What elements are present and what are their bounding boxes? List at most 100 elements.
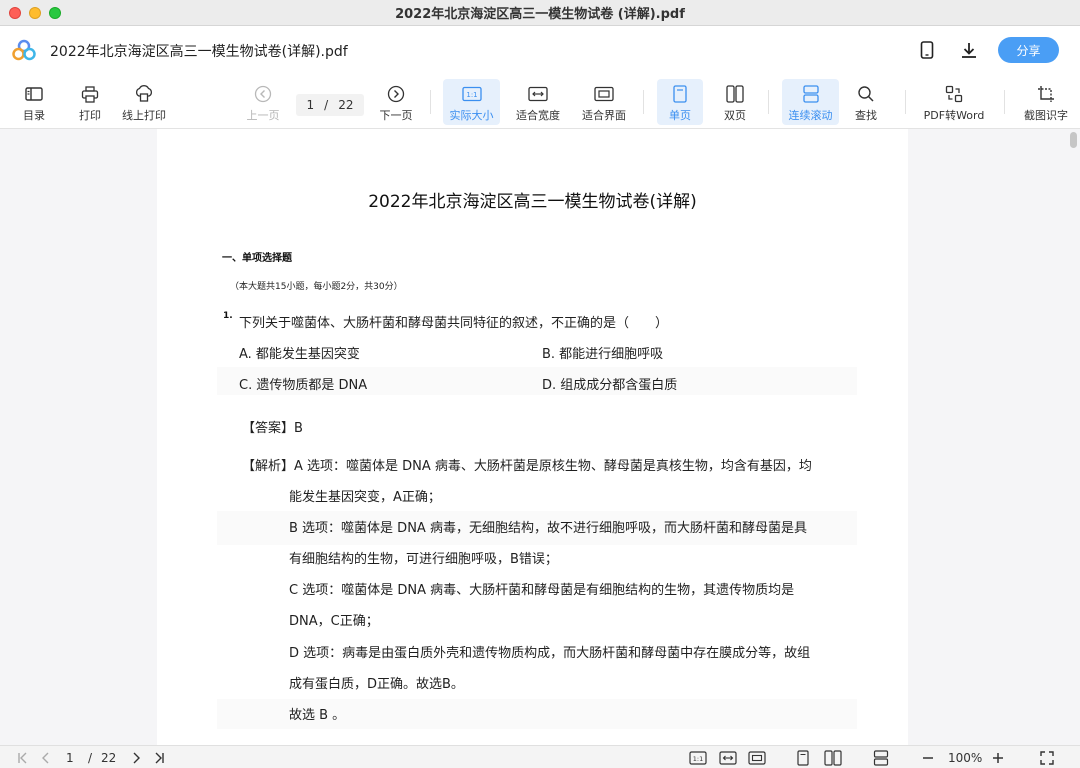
question-text: 下列关于噬菌体、大肠杆菌和酵母菌共同特征的叙述，不正确的是（ ） (239, 316, 669, 331)
scrollbar-thumb[interactable] (1070, 132, 1077, 148)
option-a: A. 都能发生基因突变 (239, 347, 360, 362)
continuous-scroll-icon (801, 84, 821, 104)
printer-icon (80, 84, 100, 104)
zoom-in-icon[interactable] (991, 750, 1005, 766)
toolbar-divider (1004, 90, 1005, 114)
analysis-line: 能发生基因突变，A正确； (289, 490, 441, 505)
last-page-icon[interactable] (152, 750, 166, 766)
convert-icon (944, 84, 964, 104)
document-title: 2022年北京海淀区高三一模生物试卷(详解).pdf (50, 44, 348, 60)
minimize-window-button[interactable] (29, 7, 41, 19)
chevron-left-circle-icon (253, 84, 273, 104)
toolbar-divider (768, 90, 769, 114)
fit-page-button[interactable]: 适合界面 (578, 79, 630, 125)
prev-page-button[interactable]: 上一页 (244, 79, 282, 125)
continuous-scroll-button[interactable]: 连续滚动 (782, 79, 839, 125)
fit-width-icon[interactable] (719, 750, 737, 766)
share-button[interactable]: 分享 (998, 37, 1059, 63)
next-page-icon[interactable] (130, 750, 142, 766)
print-label: 打印 (79, 109, 101, 122)
actual-size-icon[interactable]: 1:1 (689, 750, 707, 766)
toolbar-divider (643, 90, 644, 114)
fit-width-label: 适合宽度 (516, 109, 560, 122)
page-heading: 2022年北京海淀区高三一模生物试卷(详解) (368, 192, 697, 212)
toc-label: 目录 (23, 109, 45, 122)
answer-line: 【答案】B (242, 421, 303, 436)
option-b: B. 都能进行细胞呼吸 (542, 347, 664, 362)
actual-size-button[interactable]: 1:1 实际大小 (443, 79, 500, 125)
next-page-button[interactable]: 下一页 (377, 79, 415, 125)
crop-icon (1036, 84, 1056, 104)
actual-size-icon: 1:1 (461, 84, 482, 104)
analysis-line: 成有蛋白质，D正确。故选B。 (289, 677, 464, 692)
mobile-icon[interactable] (915, 38, 939, 62)
fit-width-button[interactable]: 适合宽度 (512, 79, 564, 125)
bottom-total-pages: 22 (101, 751, 117, 765)
first-page-icon[interactable] (16, 750, 30, 766)
zoom-level[interactable]: 100% (948, 750, 982, 766)
zoom-out-icon[interactable] (921, 750, 935, 766)
toolbar: 目录 打印 线上打印 上一页 1 / 22 下一页 1:1 实际大小 适合宽度 … (0, 74, 1080, 129)
toolbar-divider (905, 90, 906, 114)
print-button[interactable]: 打印 (72, 79, 108, 125)
section-note: （本大题共15小题，每小题2分，共30分） (230, 282, 403, 292)
fullscreen-icon[interactable] (1039, 750, 1055, 766)
close-window-button[interactable] (9, 7, 21, 19)
next-page-label: 下一页 (379, 109, 413, 122)
bottom-page-separator: / (88, 751, 93, 765)
status-bar: 1 / 22 1:1 100% (0, 745, 1080, 768)
analysis-line: 有细胞结构的生物，可进行细胞呼吸，B错误； (289, 552, 558, 567)
online-print-button[interactable]: 线上打印 (118, 79, 170, 125)
actual-size-label: 实际大小 (449, 109, 494, 122)
page-number-input[interactable]: 1 / 22 (296, 94, 364, 116)
title-bar: 2022年北京海淀区高三一模生物试卷 (详解).pdf (0, 0, 1080, 26)
continuous-scroll-icon[interactable] (872, 750, 890, 766)
fit-page-label: 适合界面 (582, 109, 626, 122)
fit-width-icon (528, 84, 548, 104)
analysis-line: D 选项：病毒是由蛋白质外壳和遗传物质构成，而大肠杆菌和酵母菌中存在膜成分等，故… (289, 646, 811, 661)
double-page-button[interactable]: 双页 (714, 79, 756, 125)
single-page-button[interactable]: 单页 (657, 79, 703, 125)
pdf-to-word-label: PDF转Word (923, 109, 985, 122)
ocr-button[interactable]: 截图识字 (1018, 79, 1074, 125)
toolbar-divider (430, 90, 431, 114)
section-heading: 一、单项选择题 (222, 253, 292, 264)
current-page-value: 1 (306, 98, 315, 112)
cloud-print-icon (134, 84, 154, 104)
bottom-actual-size-glyph: 1:1 (693, 755, 703, 763)
app-header: 2022年北京海淀区高三一模生物试卷(详解).pdf 分享 (0, 26, 1080, 74)
document-page: 2022年北京海淀区高三一模生物试卷(详解) 一、单项选择题 （本大题共15小题… (157, 129, 908, 745)
sidebar-icon (24, 84, 44, 104)
continuous-scroll-label: 连续滚动 (788, 109, 833, 122)
document-viewport[interactable]: 2022年北京海淀区高三一模生物试卷(详解) 一、单项选择题 （本大题共15小题… (0, 129, 1080, 745)
analysis-line: DNA，C正确； (289, 614, 379, 629)
question-number: 1. (223, 311, 233, 321)
option-d: D. 组成成分都含蛋白质 (542, 378, 678, 393)
single-page-icon[interactable] (796, 750, 810, 766)
download-icon[interactable] (957, 38, 981, 62)
toc-button[interactable]: 目录 (16, 79, 52, 125)
page-separator: / (324, 98, 329, 112)
vertical-scrollbar[interactable] (1066, 129, 1080, 745)
analysis-line: C 选项：噬菌体是 DNA 病毒、大肠杆菌和酵母菌是有细胞结构的生物，其遗传物质… (289, 583, 795, 598)
prev-page-label: 上一页 (246, 109, 280, 122)
app-logo-icon (12, 39, 36, 61)
bottom-current-page[interactable]: 1 (66, 750, 74, 766)
pdf-to-word-button[interactable]: PDF转Word (920, 79, 988, 125)
find-button[interactable]: 查找 (848, 79, 884, 125)
fit-page-icon[interactable] (748, 750, 766, 766)
window-title: 2022年北京海淀区高三一模生物试卷 (详解).pdf (395, 7, 685, 22)
window-controls (9, 7, 61, 19)
double-page-icon[interactable] (824, 750, 842, 766)
actual-size-glyph: 1:1 (466, 91, 477, 99)
option-c: C. 遗传物质都是 DNA (239, 378, 368, 393)
double-page-label: 双页 (724, 109, 746, 122)
total-pages-value: 22 (338, 98, 354, 112)
online-print-label: 线上打印 (122, 109, 166, 122)
prev-page-icon[interactable] (40, 750, 52, 766)
analysis-line: B 选项：噬菌体是 DNA 病毒，无细胞结构，故不进行细胞呼吸，而大肠杆菌和酵母… (289, 521, 807, 536)
maximize-window-button[interactable] (49, 7, 61, 19)
ocr-label: 截图识字 (1024, 109, 1068, 122)
double-page-icon (725, 84, 745, 104)
search-icon (856, 84, 876, 104)
